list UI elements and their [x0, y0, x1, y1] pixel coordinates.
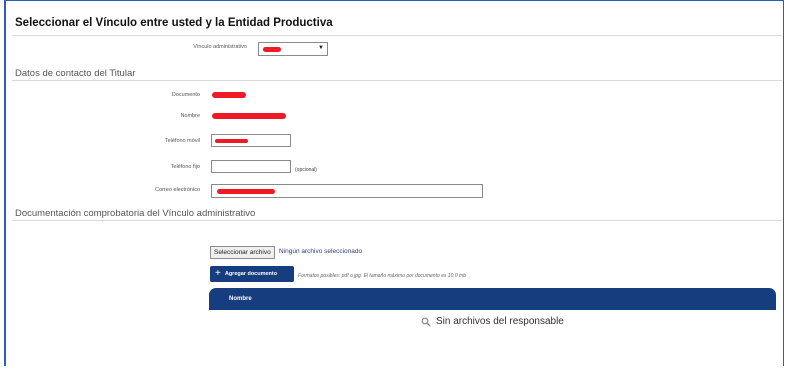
documents-table-header: Nombre: [209, 288, 776, 310]
plus-icon: +: [215, 268, 221, 279]
chevron-down-icon: ▼: [318, 45, 324, 51]
magnifier-icon: [421, 317, 431, 326]
opcional-note: (opcional): [295, 167, 317, 173]
telefono-movil-field[interactable]: [211, 134, 291, 147]
file-status: Ningún archivo seleccionado: [279, 248, 363, 255]
form-frame: [4, 0, 784, 366]
documento-value-redacted: [212, 92, 246, 98]
empty-state: Sin archivos del responsable: [421, 316, 564, 327]
telefono-fijo-label: Teléfono fijo: [170, 164, 200, 170]
correo-label: Correo electrónico: [155, 187, 200, 193]
contact-divider: [12, 80, 782, 81]
page-title: Seleccionar el Vínculo entre usted y la …: [15, 17, 333, 29]
formats-hint: Formatos posibles: pdf o jpg. El tamaño …: [298, 273, 466, 279]
contact-section-title: Datos de contacto del Titular: [15, 68, 136, 79]
correo-field[interactable]: [211, 184, 483, 198]
vinculo-selected-value-redacted: [263, 47, 281, 52]
empty-message: Sin archivos del responsable: [436, 316, 564, 327]
documentacion-divider: [12, 220, 782, 221]
select-file-button[interactable]: Seleccionar archivo: [210, 246, 275, 259]
add-document-label: Agregar documento: [224, 271, 278, 277]
documentacion-section-title: Documentación comprobatoria del Vínculo …: [15, 208, 256, 219]
telefono-movil-label: Teléfono móvil: [164, 138, 200, 144]
nombre-value-redacted: [212, 113, 286, 119]
title-divider: [12, 35, 782, 36]
add-document-button[interactable]: + Agregar documento: [210, 266, 294, 282]
nombre-label: Nombre: [180, 113, 200, 119]
telefono-movil-value-redacted: [215, 139, 248, 143]
telefono-fijo-field[interactable]: [211, 160, 291, 173]
correo-value-redacted: [217, 189, 275, 194]
vinculo-label: Vínculo administrativo: [193, 44, 247, 50]
column-nombre: Nombre: [229, 296, 252, 302]
documento-label: Documento: [171, 92, 200, 98]
vinculo-select[interactable]: ▼: [258, 42, 328, 56]
